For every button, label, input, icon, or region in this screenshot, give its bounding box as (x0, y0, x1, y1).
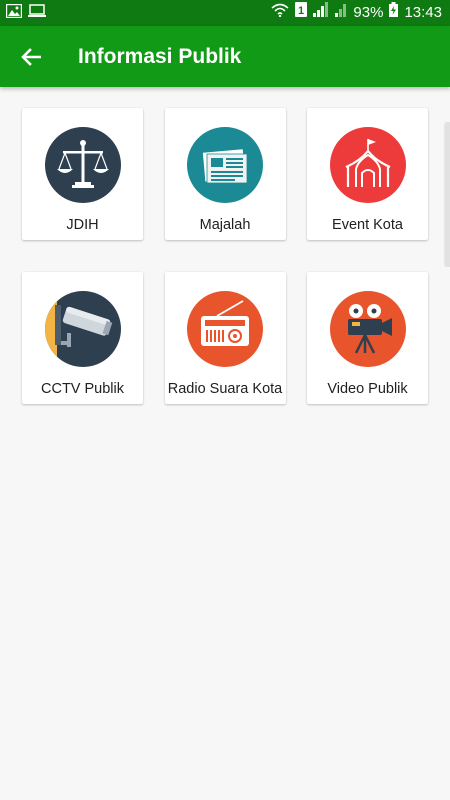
back-button[interactable] (0, 26, 62, 87)
menu-item-label: Video Publik (327, 381, 408, 397)
screen-cast-icon (28, 4, 46, 22)
gallery-icon (5, 3, 23, 22)
menu-item-label: Majalah (199, 217, 251, 233)
scales-of-justice-icon (44, 127, 121, 203)
menu-item-label: Radio Suara Kota (167, 381, 283, 397)
menu-item-event-kota[interactable]: Event Kota (307, 108, 428, 240)
menu-item-label: CCTV Publik (41, 381, 124, 397)
menu-item-jdih[interactable]: JDIH (22, 108, 143, 240)
menu-item-cctv-publik[interactable]: CCTV Publik (22, 272, 143, 404)
wifi-icon (271, 0, 289, 26)
cctv-camera-icon (44, 291, 121, 367)
battery-charging-icon (389, 0, 399, 26)
radio-icon (187, 291, 263, 367)
app-bar: Informasi Publik (0, 26, 450, 87)
menu-grid: JDIH Majalah Event Kota CCTV Publik Radi… (22, 108, 428, 404)
sim-icon: 1 (295, 0, 308, 26)
signal-icon (313, 0, 329, 26)
menu-item-label: Event Kota (332, 217, 403, 233)
signal-icon (335, 0, 347, 26)
menu-item-video-publik[interactable]: Video Publik (307, 272, 428, 404)
battery-percent: 93% (353, 4, 384, 21)
circus-tent-icon (329, 127, 406, 203)
scroll-indicator[interactable] (445, 122, 450, 267)
clock-time: 13:43 (404, 4, 442, 21)
arrow-back-icon (21, 47, 41, 66)
status-bar: 1 93% 13:43 (0, 0, 450, 26)
film-camera-icon (329, 291, 406, 367)
menu-item-radio-suara-kota[interactable]: Radio Suara Kota (164, 272, 286, 404)
menu-item-label: JDIH (66, 217, 99, 233)
newspaper-icon (187, 127, 263, 203)
menu-item-majalah[interactable]: Majalah (164, 108, 286, 240)
svg-text:1: 1 (298, 5, 304, 17)
page-title: Informasi Publik (78, 44, 242, 68)
